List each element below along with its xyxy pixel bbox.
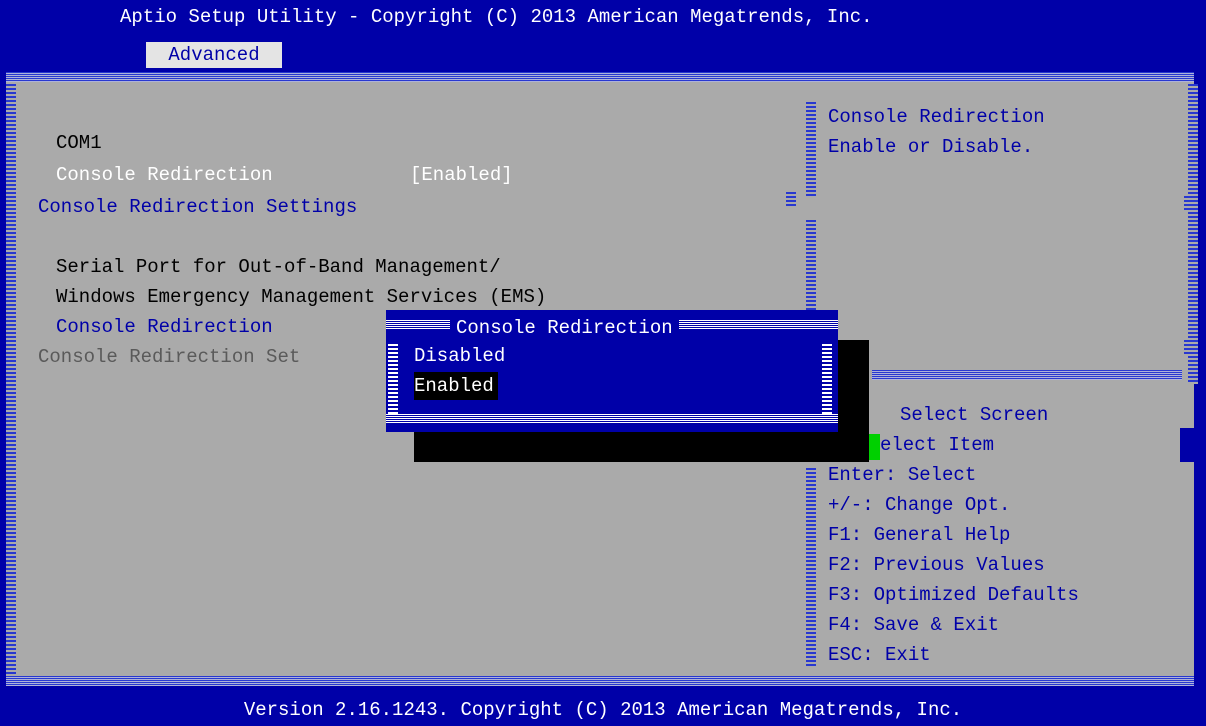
tab-advanced[interactable]: Advanced <box>146 42 282 68</box>
scrollbar-thumb[interactable] <box>1180 428 1196 462</box>
popup-option-disabled[interactable]: Disabled <box>414 342 505 370</box>
key-general-help: F1: General Help <box>828 524 1011 546</box>
right-panel-divider <box>872 370 1182 380</box>
console-redirection-popup: Console Redirection Disabled Enabled <box>386 310 838 432</box>
key-change-opt: +/-: Change Opt. <box>828 494 1011 516</box>
key-enter-select: Enter: Select <box>828 464 977 486</box>
popup-option-enabled[interactable]: Enabled <box>414 372 498 400</box>
text-cursor <box>868 434 880 460</box>
top-border <box>6 72 1194 82</box>
scroll-marker-right-2 <box>1184 340 1194 356</box>
left-border <box>6 84 16 674</box>
menu-serial-port-line-1: Serial Port for Out-of-Band Management/ <box>56 256 501 278</box>
right-border <box>1188 84 1198 384</box>
scroll-marker-right-1 <box>1184 196 1194 212</box>
key-select-screen: Select Screen <box>900 404 1049 426</box>
menu-com1-label: COM1 <box>56 132 102 154</box>
key-select-item: elect Item <box>880 434 995 456</box>
app-title: Aptio Setup Utility - Copyright (C) 2013… <box>120 6 873 28</box>
divider-top <box>806 102 816 198</box>
popup-bottom-stripe <box>386 414 838 424</box>
menu-ems-console-redirection-settings[interactable]: Console Redirection Set <box>38 342 300 372</box>
help-line-1: Console Redirection <box>828 106 1045 128</box>
key-previous-values: F2: Previous Values <box>828 554 1045 576</box>
key-optimized-defaults: F3: Optimized Defaults <box>828 584 1079 606</box>
bottom-border <box>6 676 1194 686</box>
key-esc-exit: ESC: Exit <box>828 644 931 666</box>
popup-title: Console Redirection <box>450 314 679 342</box>
scroll-marker-left <box>786 192 796 208</box>
menu-console-redirection-settings[interactable]: Console Redirection Settings <box>38 192 357 222</box>
popup-left-edge <box>388 344 398 414</box>
menu-ems-console-redirection[interactable]: Console Redirection <box>56 312 273 342</box>
footer-version: Version 2.16.1243. Copyright (C) 2013 Am… <box>0 694 1206 726</box>
key-save-exit: F4: Save & Exit <box>828 614 1000 636</box>
popup-right-edge <box>822 344 832 414</box>
menu-console-redirection[interactable]: Console Redirection <box>56 160 273 190</box>
menu-serial-port-line-2: Windows Emergency Management Services (E… <box>56 286 547 308</box>
help-line-2: Enable or Disable. <box>828 136 1034 158</box>
menu-console-redirection-value[interactable]: [Enabled] <box>410 160 513 190</box>
divider-bottom <box>806 468 816 666</box>
